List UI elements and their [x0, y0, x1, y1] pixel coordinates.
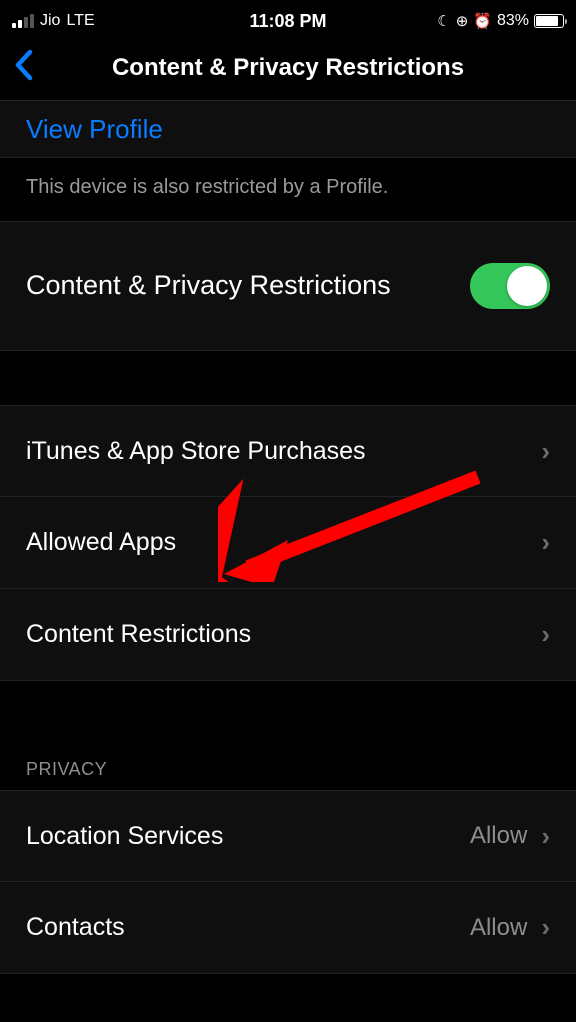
profile-restriction-note: This device is also restricted by a Prof… — [0, 158, 576, 221]
contacts-label: Contacts — [26, 913, 125, 942]
chevron-right-icon: › — [541, 821, 550, 852]
chevron-right-icon: › — [541, 619, 550, 650]
battery-percent: 83% — [497, 12, 529, 30]
location-services-row[interactable]: Location Services Allow › — [0, 790, 576, 882]
allowed-apps-row[interactable]: Allowed Apps › — [0, 497, 576, 589]
signal-strength-icon — [12, 14, 34, 28]
moon-icon: ☾ — [437, 12, 450, 30]
alarm-icon: ⏰ — [473, 12, 492, 30]
itunes-purchases-label: iTunes & App Store Purchases — [26, 437, 366, 466]
navigation-header: Content & Privacy Restrictions — [0, 36, 576, 100]
chevron-left-icon — [12, 48, 34, 82]
section-spacer — [0, 351, 576, 405]
allowed-apps-label: Allowed Apps — [26, 528, 176, 557]
location-services-label: Location Services — [26, 822, 223, 851]
toggle-knob-icon — [507, 266, 547, 306]
content-restrictions-row[interactable]: Content Restrictions › — [0, 589, 576, 681]
chevron-right-icon: › — [541, 912, 550, 943]
row-value-group: Allow › — [470, 912, 550, 943]
content-privacy-toggle-row[interactable]: Content & Privacy Restrictions — [0, 221, 576, 351]
status-left: Jio LTE — [12, 12, 95, 30]
status-bar: Jio LTE 11:08 PM ☾ ⊕ ⏰ 83% — [0, 0, 576, 36]
privacy-section-header: PRIVACY — [0, 717, 576, 790]
network-label: LTE — [66, 12, 94, 30]
status-time: 11:08 PM — [249, 11, 326, 32]
page-title: Content & Privacy Restrictions — [112, 54, 464, 82]
view-profile-label: View Profile — [26, 114, 163, 145]
contacts-value: Allow — [470, 914, 527, 942]
content-privacy-toggle[interactable] — [470, 263, 550, 309]
row-value-group: Allow › — [470, 821, 550, 852]
content-restrictions-label: Content Restrictions — [26, 620, 251, 649]
status-right: ☾ ⊕ ⏰ 83% — [437, 12, 564, 30]
carrier-label: Jio — [40, 12, 60, 30]
itunes-purchases-row[interactable]: iTunes & App Store Purchases › — [0, 405, 576, 497]
view-profile-row[interactable]: View Profile — [0, 100, 576, 158]
section-spacer — [0, 681, 576, 717]
settings-list: View Profile This device is also restric… — [0, 100, 576, 974]
location-services-value: Allow — [470, 822, 527, 850]
content-privacy-toggle-label: Content & Privacy Restrictions — [26, 267, 391, 305]
chevron-right-icon: › — [541, 527, 550, 558]
chevron-right-icon: › — [541, 436, 550, 467]
back-button[interactable] — [12, 48, 34, 88]
contacts-row[interactable]: Contacts Allow › — [0, 882, 576, 974]
battery-icon — [534, 14, 564, 28]
lock-rotation-icon: ⊕ — [456, 12, 469, 30]
